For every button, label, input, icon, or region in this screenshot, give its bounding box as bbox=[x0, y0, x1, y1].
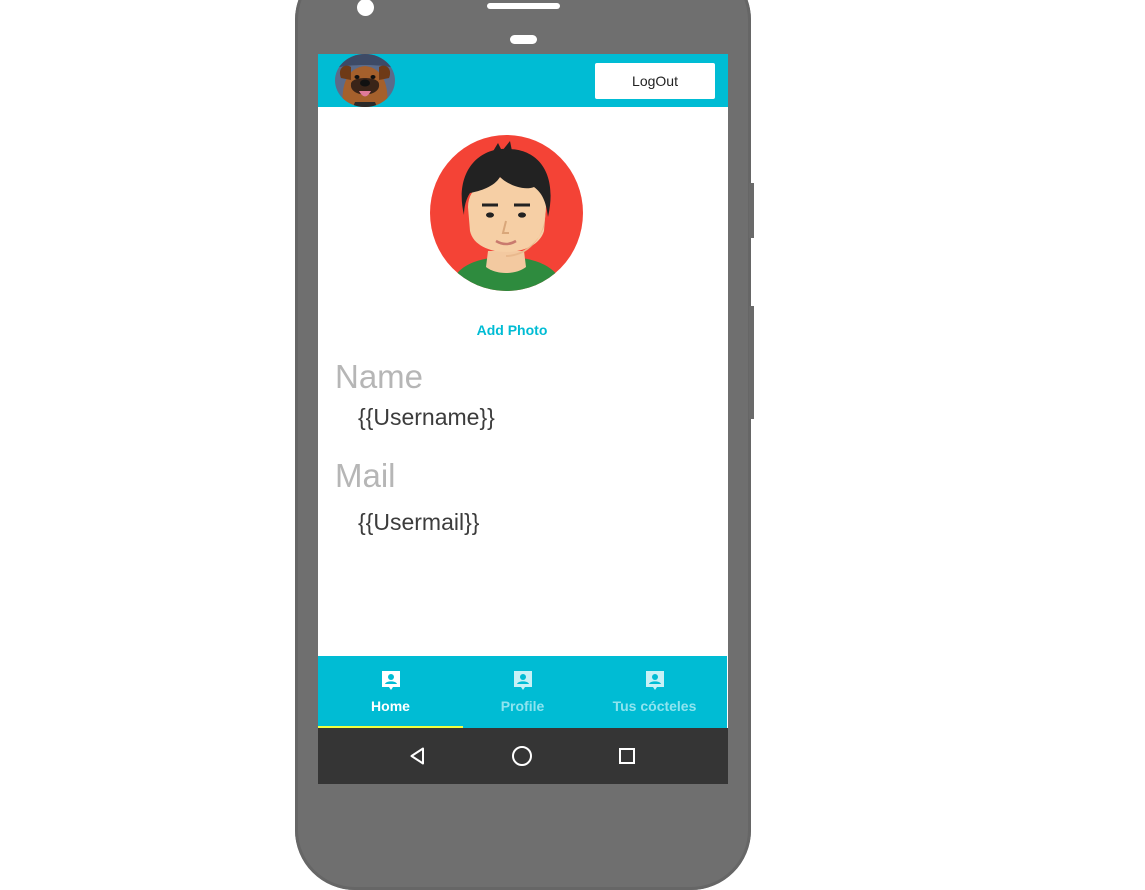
account-box-icon bbox=[644, 669, 666, 691]
volume-button bbox=[749, 183, 754, 238]
account-box-icon bbox=[380, 669, 402, 691]
bottom-tab-bar: Home Profile Tus cócteles bbox=[318, 656, 727, 728]
tab-profile-label: Profile bbox=[500, 698, 545, 714]
tab-tus-cocteles-label: Tus cócteles bbox=[612, 698, 697, 714]
logout-button[interactable]: LogOut bbox=[595, 63, 715, 99]
recents-square-icon[interactable] bbox=[615, 744, 639, 768]
tab-profile[interactable]: Profile bbox=[463, 656, 582, 728]
tab-home[interactable]: Home bbox=[318, 656, 463, 728]
phone-screen: LogOut Add Photo Name {{Username}} Mail … bbox=[318, 54, 728, 784]
power-button bbox=[749, 306, 754, 419]
back-triangle-icon[interactable] bbox=[407, 744, 431, 768]
dog-avatar-icon[interactable] bbox=[335, 54, 395, 107]
username-value: {{Username}} bbox=[358, 404, 495, 430]
tab-home-label: Home bbox=[371, 698, 410, 714]
app-bar: LogOut bbox=[318, 54, 728, 107]
android-nav-bar bbox=[318, 728, 728, 784]
user-avatar-icon[interactable] bbox=[430, 135, 583, 291]
mail-label: Mail bbox=[335, 457, 396, 494]
account-box-icon bbox=[512, 669, 534, 691]
earpiece-speaker bbox=[487, 3, 560, 9]
home-circle-icon[interactable] bbox=[510, 744, 534, 768]
tab-tus-cocteles[interactable]: Tus cócteles bbox=[582, 656, 727, 728]
proximity-sensor bbox=[510, 35, 537, 44]
name-label: Name bbox=[335, 358, 424, 395]
add-photo-link[interactable]: Add Photo bbox=[318, 322, 706, 338]
usermail-value: {{Usermail}} bbox=[358, 509, 480, 535]
